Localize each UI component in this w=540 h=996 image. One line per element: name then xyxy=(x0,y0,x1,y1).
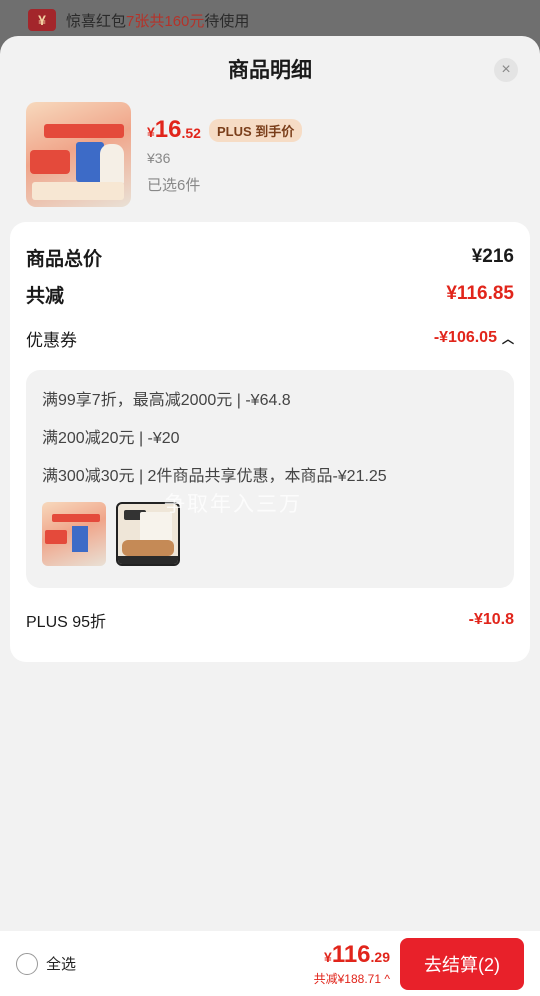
final-price-integer: 116 xyxy=(331,940,371,968)
coupon-line: 满300减30元 | 2件商品共享优惠，本商品-¥21.25 xyxy=(42,468,387,485)
coupon-value: -¥106.05 ︿ xyxy=(434,329,514,347)
coupon-product-thumbs xyxy=(42,502,498,566)
total-reduce: 共减¥188.71 ^ xyxy=(314,970,390,987)
total-reduce-text: 共减¥188.71 xyxy=(313,971,382,986)
sheet-header: 商品明细 × xyxy=(0,36,540,102)
coupon-line: 满200减20元 | -¥20 xyxy=(42,430,180,447)
final-price-decimal: .29 xyxy=(370,948,390,965)
product-item: ¥ 16 .52 PLUS 到手价 ¥36 已选6件 xyxy=(0,102,540,220)
final-price-symbol: ¥ xyxy=(324,948,332,965)
product-image[interactable] xyxy=(26,102,131,207)
coupon-product-thumb[interactable] xyxy=(116,502,180,566)
coupon-value-text: -¥106.05 xyxy=(433,329,497,346)
price-integer: 16 xyxy=(154,116,182,143)
selected-count: 已选6件 xyxy=(147,177,201,194)
price-summary-card: 商品总价 ¥216 共减 ¥116.85 优惠券 -¥106.05 ︿ 满99享… xyxy=(10,222,530,662)
coupon-label: 优惠券 xyxy=(26,330,77,350)
reduce-value: ¥116.85 xyxy=(446,283,514,304)
product-detail-sheet: 商品明细 × ¥ 16 .52 PLUS 到手价 ¥36 已选6件 商品总价 ¥… xyxy=(0,36,540,996)
checkout-bar: 全选 ¥ 116 .29 共减¥188.71 ^ 去结算(2) xyxy=(0,931,540,996)
plus-price-badge: PLUS 到手价 xyxy=(208,118,303,142)
total-label: 商品总价 xyxy=(26,248,103,270)
reduce-label: 共减 xyxy=(26,285,65,307)
coupon-detail-box: 满99享7折，最高减2000元 | -¥64.8 满200减20元 | -¥20… xyxy=(26,370,514,588)
checkout-right: ¥ 116 .29 共减¥188.71 ^ 去结算(2) xyxy=(314,937,524,990)
banner-prefix: 惊喜红包 xyxy=(66,12,127,30)
banner-count: 7张共 xyxy=(126,12,165,30)
final-price: ¥ 116 .29 xyxy=(314,941,390,969)
total-value: ¥216 xyxy=(471,246,514,267)
banner-amount: 160元 xyxy=(164,12,205,30)
chevron-up-icon: ^ xyxy=(384,971,390,986)
close-icon[interactable]: × xyxy=(494,58,518,82)
product-info: ¥ 16 .52 PLUS 到手价 ¥36 已选6件 xyxy=(147,102,303,195)
chevron-up-icon[interactable]: ︿ xyxy=(502,330,514,347)
original-price: ¥36 xyxy=(147,150,171,166)
plus-discount-row: PLUS 95折 -¥10.8 xyxy=(26,588,514,652)
coupon-product-thumb[interactable] xyxy=(42,502,106,566)
total-block[interactable]: ¥ 116 .29 共减¥188.71 ^ xyxy=(314,941,390,987)
red-envelope-icon: ¥ xyxy=(28,9,56,31)
select-all-checkbox[interactable] xyxy=(16,952,38,975)
price-symbol: ¥ xyxy=(147,124,155,140)
coupon-row[interactable]: 优惠券 -¥106.05 ︿ xyxy=(26,316,514,360)
reduce-row: 共减 ¥116.85 xyxy=(26,280,514,308)
sheet-title: 商品明细 xyxy=(228,59,312,82)
plus-discount-label: PLUS 95折 xyxy=(26,614,107,631)
promo-banner-text: 惊喜红包7张共160元待使用 xyxy=(66,10,249,31)
coupon-line: 满99享7折，最高减2000元 | -¥64.8 xyxy=(42,392,291,409)
checkout-button[interactable]: 去结算(2) xyxy=(400,937,524,990)
promo-banner[interactable]: ¥ 惊喜红包7张共160元待使用 xyxy=(0,0,540,40)
banner-suffix: 待使用 xyxy=(204,12,250,30)
price-decimal: .52 xyxy=(181,125,201,141)
plus-discount-value: -¥10.8 xyxy=(468,611,514,628)
product-price: ¥ 16 .52 PLUS 到手价 xyxy=(147,116,303,144)
select-all-label[interactable]: 全选 xyxy=(46,953,76,974)
